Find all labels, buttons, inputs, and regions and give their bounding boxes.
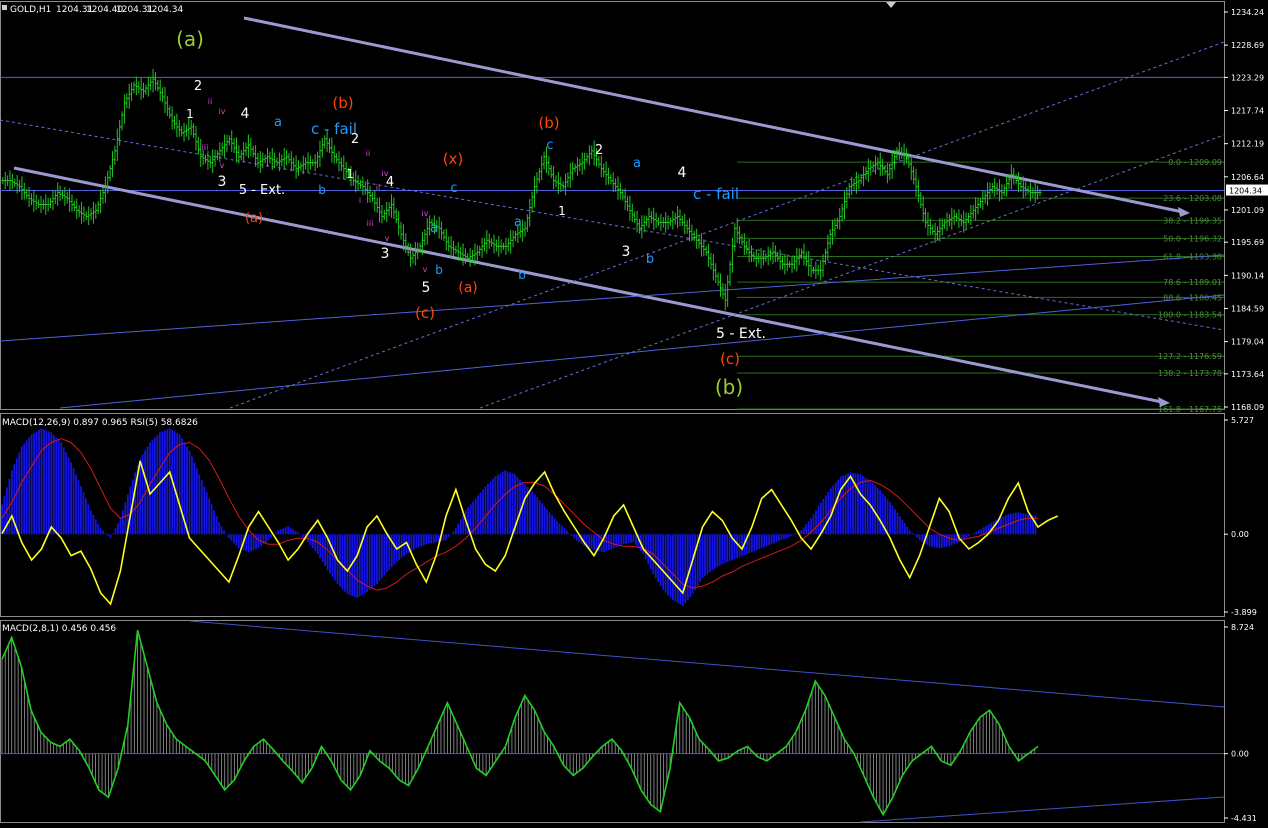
wave-label: iii (202, 143, 209, 152)
chart-background (0, 0, 1268, 824)
fib-level-label: 50.0 - 1196.32 (1163, 234, 1222, 243)
price-axis-label: 1228.69 (1231, 41, 1264, 50)
wave-label: c (450, 181, 457, 196)
wave-label: 2 (351, 132, 359, 147)
fib-level-label: 100.0 - 1183.54 (1158, 311, 1222, 320)
price-axis-label: 1223.29 (1231, 73, 1264, 82)
wave-label: 5 - Ext. (716, 326, 766, 342)
macd-fast-axis-label: 0.00 (1231, 750, 1249, 759)
macd-axis-label: 0.00 (1231, 530, 1249, 539)
wave-label: b (518, 268, 526, 282)
wave-label: c (546, 138, 553, 153)
wave-label: (a) (176, 27, 204, 51)
fib-level-label: 127.2 - 1176.59 (1158, 352, 1222, 361)
price-axis-label: 1184.59 (1231, 304, 1264, 313)
wave-label: 5 (422, 280, 431, 296)
wave-label: 2 (595, 143, 603, 158)
macd-axis-label: 5.727 (1231, 416, 1254, 425)
header-symbol: GOLD,H1 (10, 5, 51, 15)
wave-label: iii (367, 219, 374, 228)
price-axis-label: 1173.64 (1231, 370, 1264, 379)
wave-label: a (633, 156, 641, 171)
wave-label: v (385, 234, 390, 243)
wave-label: 1 (346, 167, 354, 181)
price-axis-label: 1179.04 (1231, 338, 1264, 347)
header-close: 1204.34 (146, 5, 183, 15)
wave-label: b (318, 183, 326, 197)
wave-label: a (274, 115, 282, 130)
macd-fast-axis-label: -4.431 (1231, 814, 1257, 823)
current-price-value: 1204.34 (1229, 187, 1262, 196)
wave-label: (c) (415, 304, 435, 322)
wave-label: (b) (538, 114, 559, 132)
wave-label: ii (366, 149, 370, 158)
wave-label: ii (376, 183, 380, 192)
wave-label: b (646, 252, 654, 267)
wave-label: (a) (458, 280, 478, 296)
wave-label: v (423, 265, 428, 274)
wave-label: iv (422, 209, 429, 218)
symbol-marker-icon (2, 5, 7, 10)
wave-label: b (435, 263, 443, 277)
wave-label: a (430, 221, 438, 236)
price-axis-label: 1212.19 (1231, 140, 1264, 149)
fib-level-label: 0.0 - 1209.09 (1168, 158, 1222, 167)
trading-chart: 0.0 - 1209.09 23.6 - 1203.08 38.2 - 1199.3… (0, 0, 1268, 824)
wave-label: 3 (218, 174, 227, 190)
wave-label: iv (382, 169, 389, 178)
macd-axis-label: -3.899 (1231, 608, 1257, 617)
wave-label: (x) (443, 150, 464, 168)
price-axis-label: 1195.69 (1231, 238, 1264, 247)
wave-label: 4 (241, 106, 250, 122)
wave-label: (b) (332, 94, 353, 112)
macd-fast-axis-label: 8.724 (1231, 623, 1254, 632)
wave-label: iii (405, 246, 412, 255)
wave-label: i (359, 196, 361, 205)
fib-level-label: 138.2 - 1173.78 (1158, 369, 1222, 378)
wave-label: v (220, 161, 225, 170)
wave-label: 1 (186, 107, 194, 121)
fib-level-label: 38.2 - 1199.35 (1163, 216, 1222, 225)
wave-label: c - fail (693, 185, 739, 203)
price-axis-label: 1234.24 (1231, 8, 1264, 17)
price-axis-label: 1217.74 (1231, 107, 1264, 116)
price-axis-label: 1201.09 (1231, 206, 1264, 215)
fib-level-label: 78.6 - 1189.01 (1163, 278, 1222, 287)
macd-fast-indicator-title: MACD(2,8,1) 0.456 0.456 (2, 624, 116, 634)
fib-level-label: 161.8 - 1167.75 (1158, 405, 1222, 414)
price-axis-label: 1190.14 (1231, 271, 1264, 280)
wave-label: 3 (381, 246, 390, 262)
wave-label: 1 (558, 204, 566, 218)
wave-label: a (514, 215, 522, 230)
chart-canvas: 0.0 - 1209.09 23.6 - 1203.08 38.2 - 1199.3… (0, 0, 1268, 824)
wave-label: 5 - Ext. (239, 183, 285, 198)
wave-label: 3 (622, 244, 631, 260)
wave-label: ii (208, 97, 212, 106)
wave-label: 4 (678, 165, 687, 181)
wave-label: (c) (720, 350, 740, 368)
fib-level-label: 23.6 - 1203.08 (1163, 194, 1222, 203)
macd-indicator-title: MACD(12,26,9) 0.897 0.965 RSI(5) 58.6826 (2, 418, 198, 428)
wave-label: (b) (715, 375, 743, 399)
price-axis-label: 1168.09 (1231, 403, 1264, 412)
wave-label: (a) (245, 211, 263, 226)
wave-label: 2 (194, 79, 202, 94)
price-axis-label: 1206.64 (1231, 173, 1264, 182)
wave-label: iv (219, 107, 226, 116)
